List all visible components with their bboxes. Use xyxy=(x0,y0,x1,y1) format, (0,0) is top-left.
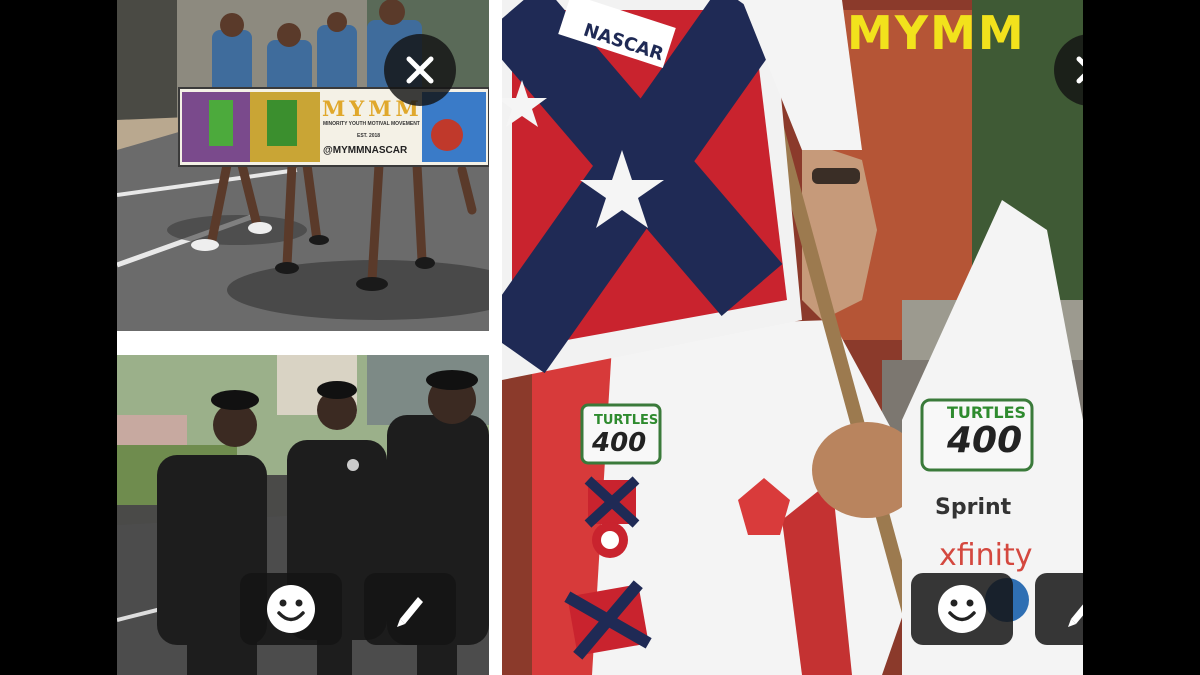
close-icon xyxy=(1076,56,1083,84)
close-icon xyxy=(406,56,434,84)
sponsor-sprint: Sprint xyxy=(935,495,1012,520)
pencil-button-right[interactable] xyxy=(1035,573,1083,645)
group-march-photo xyxy=(117,355,489,675)
emoji-button-left[interactable] xyxy=(240,573,342,645)
emoji-button-right[interactable] xyxy=(911,573,1013,645)
banner-handle: @MYMMNASCAR xyxy=(323,145,408,156)
pencil-icon xyxy=(397,597,423,627)
story-editor-canvas: MYMM MINORITY YOUTH MOTIVAL MOVEMENT EST… xyxy=(117,0,1083,675)
sticker-text-mymm[interactable]: MYMM xyxy=(847,6,1026,60)
patch-400-left: 400 xyxy=(592,428,647,458)
patch-turtles-label-left: TURTLES xyxy=(594,413,659,428)
banner-subtitle: MINORITY YOUTH MOTIVAL MOVEMENT xyxy=(323,121,420,127)
sponsor-xfinity: xfinity xyxy=(939,538,1033,573)
pencil-icon xyxy=(1068,604,1083,627)
smiley-icon xyxy=(938,585,986,633)
smiley-icon xyxy=(267,585,315,633)
patch-400-right: 400 xyxy=(947,420,1023,461)
klan-robe-photo: MYMM NASCAR TURTLES 400 TURTLES 400 Spri… xyxy=(502,0,1083,675)
pencil-button-left[interactable] xyxy=(364,573,456,645)
close-button-left[interactable] xyxy=(384,34,456,106)
parade-photo: MYMM MINORITY YOUTH MOTIVAL MOVEMENT EST… xyxy=(117,0,489,331)
banner-established: EST. 2018 xyxy=(357,133,381,139)
